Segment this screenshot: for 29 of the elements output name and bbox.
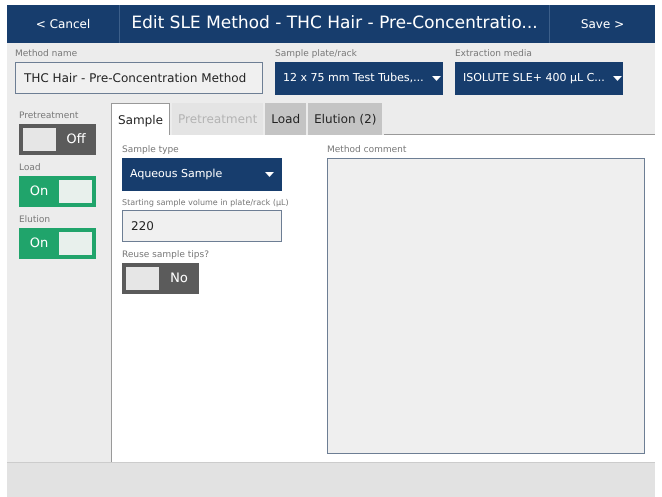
field-label: Elution	[19, 215, 52, 226]
toggle-knob	[126, 267, 159, 290]
method-comment-field[interactable]	[327, 158, 645, 454]
field-label: Starting sample volume in plate/rack (µL)	[122, 197, 290, 208]
tab[interactable]: Sample	[111, 103, 170, 135]
caret-icon	[612, 76, 622, 81]
sample-volume-field[interactable]: 220	[122, 210, 282, 242]
field-label: Extraction media	[455, 49, 533, 60]
field-label: Reuse sample tips?	[122, 250, 210, 261]
toggle-switch[interactable]: No	[122, 263, 199, 294]
field-label: Sample plate/rack	[275, 49, 358, 60]
field-label: Method name	[15, 49, 78, 60]
method-name-field[interactable]: THC Hair - Pre-Concentration Method	[15, 62, 263, 94]
caret-icon	[432, 76, 441, 81]
toggle-knob	[59, 232, 92, 255]
dropdown[interactable]: ISOLUTE SLE+ 400 µL C...	[455, 62, 623, 95]
toggle-switch[interactable]: Off	[19, 124, 96, 155]
window-title: Edit SLE Method - THC Hair - Pre-Concentratio...	[130, 12, 539, 36]
tab[interactable]: Load	[265, 103, 306, 135]
toggle-knob	[23, 128, 56, 151]
tab[interactable]: Elution (2)	[308, 103, 382, 135]
dropdown[interactable]: Aqueous Sample	[122, 158, 282, 191]
toggle-knob	[59, 180, 92, 203]
field-label: Pretreatment	[19, 111, 80, 122]
field-label: Method comment	[327, 145, 408, 156]
field-label: Sample type	[122, 145, 180, 156]
field-label: Load	[19, 163, 42, 174]
caret-icon	[265, 172, 274, 177]
dropdown[interactable]: 12 x 75 mm Test Tubes,...	[275, 62, 443, 95]
